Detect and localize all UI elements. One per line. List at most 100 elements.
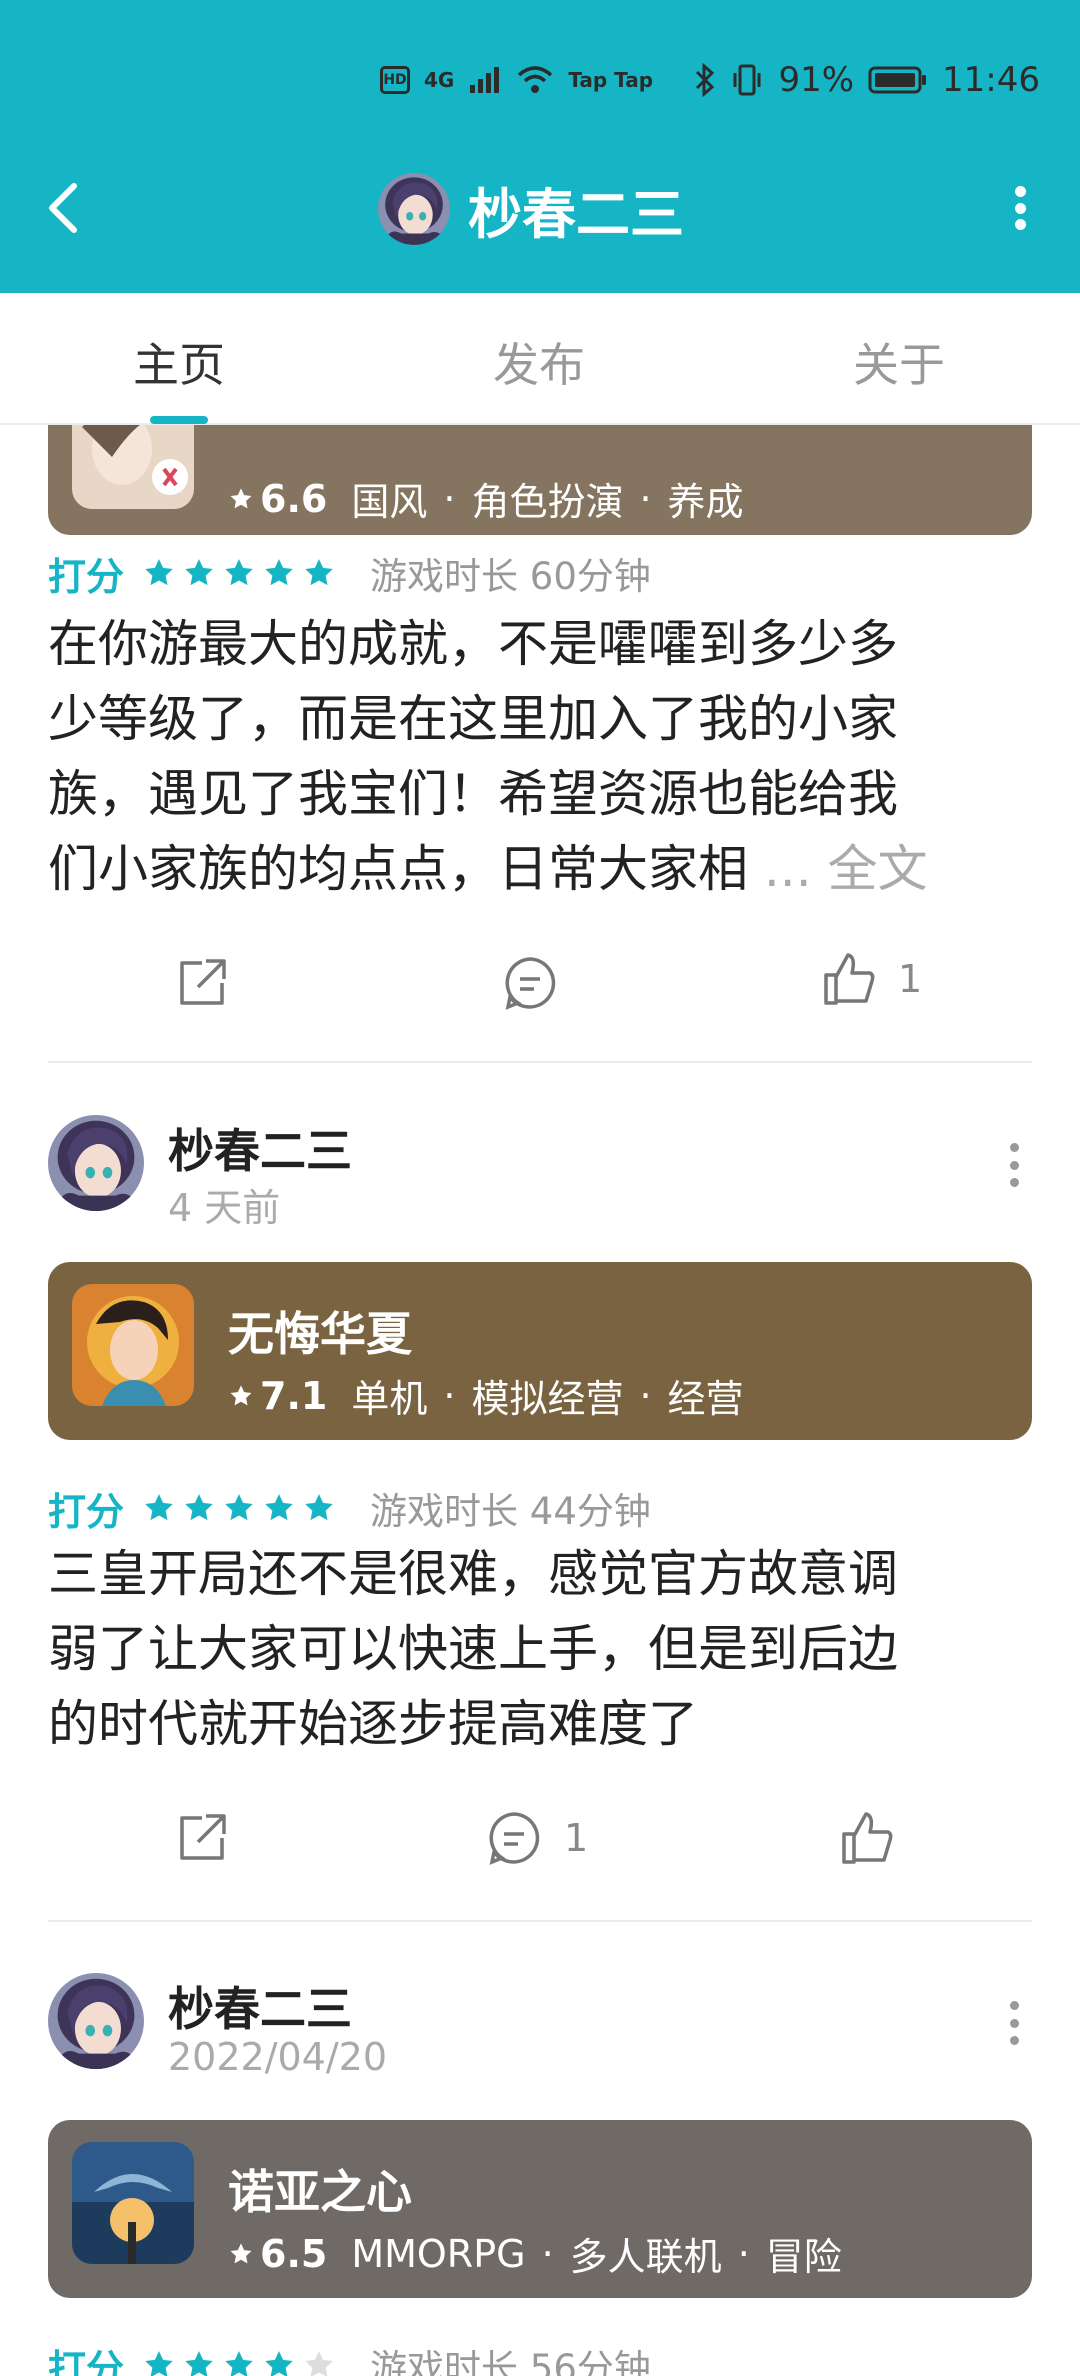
game-name: 无悔华夏 xyxy=(228,1307,412,1361)
post-header: 杪春二三 2022/04/20 xyxy=(48,1973,1032,2079)
star-icon xyxy=(302,2348,336,2376)
feed[interactable]: 6.6 国风 · 角色扮演 · 养成 打分 游戏时长 60分钟 在你游最大的成就… xyxy=(0,425,1080,2376)
comment-icon xyxy=(489,1812,540,1865)
share-button[interactable] xyxy=(172,953,232,1013)
battery-icon xyxy=(868,66,927,94)
star-icon xyxy=(182,1491,216,1525)
like-count: 1 xyxy=(898,957,923,1001)
game-tag: MMORPG xyxy=(351,2231,526,2276)
star-icon xyxy=(262,556,296,590)
game-score: 7.1 xyxy=(260,1373,328,1418)
comment-count: 1 xyxy=(564,1816,589,1860)
game-tag: 模拟经营 xyxy=(471,1377,624,1421)
back-arrow-icon xyxy=(49,183,77,233)
playtime: 游戏时长 60分钟 xyxy=(370,555,651,598)
game-tag: 单机 xyxy=(351,1377,428,1421)
game-tag: 国风 xyxy=(351,480,428,524)
review-line: 三皇开局还不是很难，感觉官方故意调 xyxy=(48,1545,898,1603)
share-button[interactable] xyxy=(172,1808,232,1868)
star-icon xyxy=(182,556,216,590)
game-card[interactable]: 无悔华夏 7.1 单机 · 模拟经营 · 经营 xyxy=(48,1262,1032,1440)
thumbs-up-icon xyxy=(842,1812,893,1864)
signal-icon xyxy=(470,67,500,93)
back-button[interactable] xyxy=(40,178,90,238)
review-text[interactable]: 在你游最大的成就，不是嚯嚯到多少多 少等级了，而是在这里加入了我的小家 族，遇见… xyxy=(48,607,1008,907)
game-name: 诺亚之心 xyxy=(228,2165,412,2219)
comment-icon xyxy=(505,957,556,1010)
tab-home[interactable]: 主页 xyxy=(133,329,225,395)
vibrate-icon xyxy=(733,64,761,96)
author-name[interactable]: 杪春二三 xyxy=(168,1115,352,1181)
post-header: 杪春二三 4 天前 xyxy=(48,1115,1032,1230)
comment-button[interactable] xyxy=(500,953,560,1013)
like-button[interactable]: 1 xyxy=(818,949,922,1009)
star-icon xyxy=(262,1491,296,1525)
avatar[interactable] xyxy=(48,1115,144,1211)
review-line: 少等级了，而是在这里加入了我的小家 xyxy=(48,690,898,748)
game-card[interactable]: 诺亚之心 6.5 MMORPG · 多人联机 · 冒险 xyxy=(48,2120,1032,2298)
star-icon xyxy=(182,2348,216,2376)
game-card[interactable]: 6.6 国风 · 角色扮演 · 养成 xyxy=(48,425,1032,535)
share-icon xyxy=(180,959,226,1005)
hd-badge: HD xyxy=(380,66,410,94)
post-time: 4 天前 xyxy=(168,1186,281,1230)
rating-label: 打分 xyxy=(48,1489,125,1534)
like-button[interactable] xyxy=(836,1808,896,1868)
wifi-icon xyxy=(518,66,553,93)
star-icon xyxy=(222,556,256,590)
tab-about[interactable]: 关于 xyxy=(853,329,945,395)
review-line: 在你游最大的成就，不是嚯嚯到多少多 xyxy=(48,615,898,673)
avatar xyxy=(378,173,450,245)
game-tag: 多人联机 xyxy=(569,2235,722,2279)
star-icon xyxy=(222,1491,256,1525)
full-text-link[interactable]: 全文 xyxy=(828,840,928,898)
more-vertical-icon xyxy=(1014,186,1026,197)
comment-button[interactable]: 1 xyxy=(484,1808,588,1868)
game-tag: 经营 xyxy=(667,1377,744,1421)
star-icon xyxy=(228,486,254,512)
tab-publish[interactable]: 发布 xyxy=(493,329,585,395)
game-tag: 角色扮演 xyxy=(471,480,624,524)
playtime: 游戏时长 44分钟 xyxy=(370,1490,651,1533)
post-time: 2022/04/20 xyxy=(168,2035,388,2079)
tab-bar: 主页 发布 关于 xyxy=(0,293,1080,425)
game-score: 6.6 xyxy=(260,476,328,521)
more-vertical-icon xyxy=(1009,1143,1019,1152)
rating-row: 打分 游戏时长 44分钟 xyxy=(48,1480,651,1536)
post-more-button[interactable] xyxy=(1004,1143,1024,1187)
review-line: 的时代就开始逐步提高难度了 xyxy=(48,1695,698,1753)
rating-row: 打分 游戏时长 60分钟 xyxy=(48,545,651,601)
more-options-button[interactable] xyxy=(990,178,1050,238)
game-tag: 冒险 xyxy=(765,2235,842,2279)
clock: 11:46 xyxy=(942,60,1040,100)
review-text[interactable]: 三皇开局还不是很难，感觉官方故意调 弱了让大家可以快速上手，但是到后边 的时代就… xyxy=(48,1537,1008,1762)
share-icon xyxy=(180,1814,226,1860)
tab-indicator xyxy=(150,416,208,424)
star-rating xyxy=(142,1491,336,1525)
carrier-label: Tap Tap xyxy=(568,68,654,92)
ellipsis: ... xyxy=(763,840,812,898)
game-score: 6.5 xyxy=(260,2231,328,2276)
game-meta: 6.5 MMORPG · 多人联机 · 冒险 xyxy=(228,2226,842,2281)
post-more-button[interactable] xyxy=(1004,2001,1024,2045)
star-icon xyxy=(142,556,176,590)
star-icon xyxy=(262,2348,296,2376)
review-line: 弱了让大家可以快速上手，但是到后边 xyxy=(48,1620,898,1678)
author-name[interactable]: 杪春二三 xyxy=(168,1973,352,2039)
divider xyxy=(48,1061,1032,1063)
page-title: 杪春二三 xyxy=(468,182,684,246)
status-bar-right: 91% 11:46 xyxy=(694,52,1040,108)
star-icon xyxy=(228,1383,254,1409)
star-icon xyxy=(222,2348,256,2376)
star-icon xyxy=(228,2241,254,2267)
app-header: HD 4G Tap Tap 91% 11:46 杪春二三 xyxy=(0,0,1080,293)
thumbs-up-icon xyxy=(824,953,875,1005)
review-line: 族，遇见了我宝们！希望资源也能给我 xyxy=(48,765,898,823)
avatar[interactable] xyxy=(48,1973,144,2069)
game-thumbnail xyxy=(72,2142,194,2264)
game-meta: 6.6 国风 · 角色扮演 · 养成 xyxy=(228,471,744,526)
more-vertical-icon xyxy=(1009,2001,1019,2010)
star-icon xyxy=(302,556,336,590)
divider xyxy=(48,1920,1032,1922)
game-tag: 养成 xyxy=(667,480,744,524)
